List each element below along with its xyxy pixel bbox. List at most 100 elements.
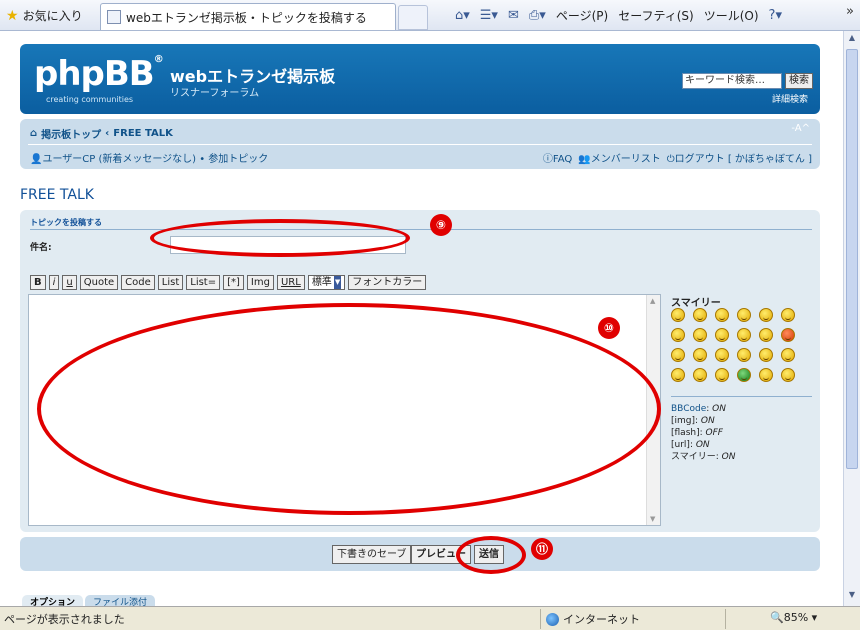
code-button[interactable]: Code [121,275,155,290]
annotation-number-9: ⑨ [430,214,452,236]
annotation-number-11: ⑪ [531,538,553,560]
annotation-number-10: ⑩ [598,317,620,339]
smiley-icon[interactable] [671,308,685,322]
search-button[interactable]: 検索 [785,73,813,89]
feed-icon[interactable]: ☰▾ [480,8,498,23]
print-icon[interactable]: ⎙▾ [529,8,546,23]
navbar: ⌂ 掲示板トップ ‹ FREE TALK -A^ 👤ユーザーCP (新着メッセー… [20,119,820,169]
underline-button[interactable]: u [62,275,77,290]
smiley-icon[interactable] [759,368,773,382]
scrollbar-thumb[interactable] [846,49,858,469]
smiley-icon[interactable] [737,328,751,342]
tools-menu[interactable]: ツール(O) [704,7,759,24]
smiley-icon[interactable] [693,328,707,342]
img-button[interactable]: Img [246,275,274,290]
smiley-icon[interactable] [759,308,773,322]
font-size-select[interactable]: 標準 ▼ [307,275,346,290]
smiley-icon[interactable] [781,368,795,382]
bbcode-toolbar: B i u Quote Code List List= [*] Img URL … [30,275,427,290]
smiley-icon[interactable] [781,308,795,322]
list-button[interactable]: List [157,275,184,290]
site-description: リスナーフォーラム [170,88,260,99]
safety-menu[interactable]: セーフティ(S) [618,7,694,24]
forum-header: phpBB® creating communities webエトランゼ掲示板 … [20,44,820,114]
bbcode-status: BBCode: ON [img]: ON [flash]: OFF [url]:… [671,404,736,462]
italic-button[interactable]: i [48,275,60,290]
divider [30,229,812,230]
smiley-icon[interactable] [671,348,685,362]
scroll-down-icon[interactable]: ▼ [846,590,858,604]
smiley-icon[interactable] [715,348,729,362]
logout-link[interactable]: ⏻ログアウト [ かぼちゃぼてん ] [667,150,812,165]
chevron-more-icon[interactable]: » [846,4,854,19]
annotation-ellipse-submit [456,536,526,574]
smiley-icon[interactable] [693,368,707,382]
page-menu[interactable]: ページ(P) [556,7,608,24]
smiley-icon[interactable] [759,328,773,342]
status-text: ページが表示されました [4,613,125,626]
breadcrumb: ⌂ 掲示板トップ ‹ FREE TALK [30,126,173,141]
smiley-icon[interactable] [737,308,751,322]
smilies-title: スマイリー [671,298,721,309]
url-button[interactable]: URL [276,275,305,290]
zoom-level[interactable]: 🔍85% ▾ [770,611,817,624]
members-link[interactable]: 👥メンバーリスト [578,150,660,165]
browser-toolbar: ★ お気に入り webエトランゼ掲示板・トピックを投稿する ⌂▾ ☰▾ ✉ ⎙▾… [0,0,860,31]
smiley-icon[interactable] [737,368,751,382]
smiley-icon[interactable] [737,348,751,362]
favorites-button[interactable]: ★ お気に入り [6,7,83,24]
divider [28,144,812,145]
breadcrumb-separator: ‹ [105,128,110,139]
security-zone[interactable]: インターネット [546,611,640,627]
scroll-up-icon[interactable]: ▲ [846,33,858,47]
globe-icon [546,612,559,626]
user-icon: 👤 [30,154,43,165]
command-bar: ⌂▾ ☰▾ ✉ ⎙▾ ページ(P) セーフティ(S) ツール(O) ?▾ [455,7,782,24]
option-tabs: オプション ファイル添付 [22,595,156,606]
smiley-icon[interactable] [715,368,729,382]
smiley-icon[interactable] [759,348,773,362]
board-index-link[interactable]: 掲示板トップ [41,126,101,141]
home-icon[interactable]: ⌂▾ [455,8,470,23]
smiley-icon[interactable] [671,368,685,382]
smiley-icon[interactable] [781,348,795,362]
tab-attachments[interactable]: ファイル添付 [85,595,156,606]
mail-icon[interactable]: ✉ [508,8,519,23]
browser-tab[interactable]: webエトランゼ掲示板・トピックを投稿する [100,3,396,30]
submit-bar: 下書きのセーブ プレビュー 送信 [20,537,820,571]
annotation-ellipse-subject [150,219,410,257]
page-viewport: phpBB® creating communities webエトランゼ掲示板 … [0,31,843,606]
search-input[interactable]: キーワード検索… [682,73,782,89]
phpbb-logo[interactable]: phpBB® [34,54,164,94]
smiley-icon[interactable] [781,328,795,342]
members-icon: 👥 [578,154,591,165]
smiley-icon[interactable] [715,328,729,342]
help-icon[interactable]: ?▾ [769,8,782,23]
faq-link[interactable]: ⓘFAQ [543,150,572,165]
font-size-toggle[interactable]: -A^ [791,123,810,134]
list-item-button[interactable]: [*] [223,275,244,290]
smiley-icon[interactable] [693,348,707,362]
smiley-icon[interactable] [671,328,685,342]
ordered-list-button[interactable]: List= [186,275,221,290]
favorites-label: お気に入り [22,9,83,23]
divider [671,396,812,397]
advanced-search-link[interactable]: 詳細検索 [772,92,808,105]
smiley-icon[interactable] [693,308,707,322]
font-color-button[interactable]: フォントカラー [348,275,427,290]
tab-options[interactable]: オプション [22,595,84,606]
divider [725,609,726,629]
new-tab-button[interactable] [398,5,428,30]
forum-link[interactable]: FREE TALK [113,128,173,139]
smiley-icon[interactable] [715,308,729,322]
faq-icon: ⓘ [542,154,553,165]
magnifier-icon: 🔍 [770,611,784,624]
browser-tab-title: webエトランゼ掲示板・トピックを投稿する [126,10,367,25]
save-draft-button[interactable]: 下書きのセーブ [332,545,412,564]
quote-button[interactable]: Quote [79,275,119,290]
status-bar: ページが表示されました インターネット 🔍85% ▾ [0,606,860,630]
bold-button[interactable]: B [30,275,46,290]
ucp-link[interactable]: 👤ユーザーCP (新着メッセージなし) • 参加トピック [30,150,268,165]
page-scrollbar[interactable]: ▲ ▼ [843,31,860,606]
scroll-down-icon: ▼ [650,515,656,523]
